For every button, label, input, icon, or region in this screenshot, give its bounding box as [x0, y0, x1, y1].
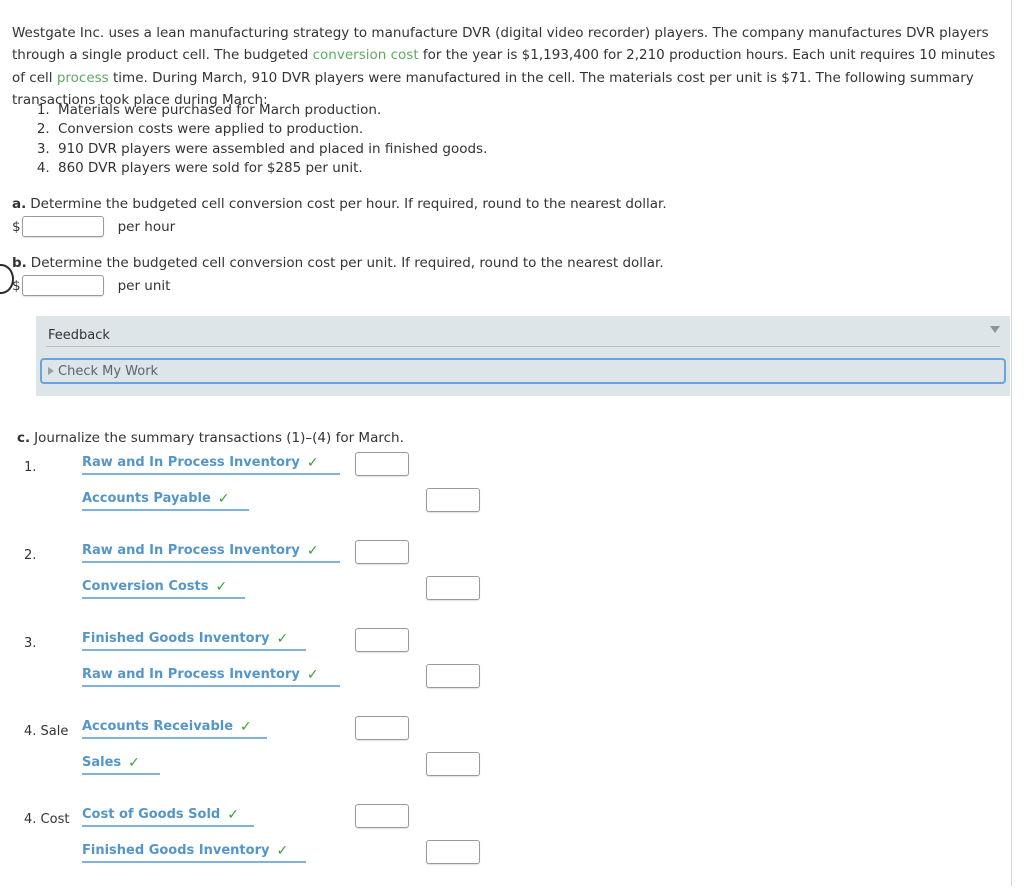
credit-amount-input[interactable] [426, 576, 480, 600]
account-select-credit[interactable]: Finished Goods Inventory ✓ [82, 843, 306, 863]
journal-entry-group: 3. Finished Goods Inventory ✓ Raw and In Pr… [0, 628, 1011, 716]
table-row: 4. Sale Accounts Receivable ✓ [0, 716, 1011, 752]
part-b-letter: b. [12, 255, 27, 271]
account-select-debit[interactable]: Accounts Receivable ✓ [82, 719, 267, 739]
part-a-unit-label: per hour [117, 218, 176, 235]
account-select-debit[interactable]: Finished Goods Inventory ✓ [82, 631, 306, 651]
check-mark-icon: ✓ [276, 630, 289, 647]
check-mark-icon: ✓ [217, 490, 230, 507]
part-b-prompt: b. Determine the budgeted cell conversion… [12, 255, 664, 271]
table-row: Finished Goods Inventory ✓ [0, 840, 1011, 876]
summary-transactions-list: Materials were purchased for March produ… [12, 101, 487, 178]
credit-amount-input[interactable] [426, 488, 480, 512]
table-row: 1. Raw and In Process Inventory ✓ [0, 452, 1011, 488]
account-select-credit[interactable]: Conversion Costs ✓ [82, 579, 245, 599]
entry-number-label: 2. [24, 548, 37, 563]
list-item: Materials were purchased for March produ… [54, 101, 487, 120]
feedback-header[interactable]: Feedback [36, 316, 1010, 346]
list-item: Conversion costs were applied to product… [54, 120, 487, 139]
account-select-credit[interactable]: Raw and In Process Inventory ✓ [82, 667, 340, 687]
journal-entry-table: 1. Raw and In Process Inventory ✓ Accounts … [0, 452, 1011, 892]
journal-entry-group: 4. Cost Cost of Goods Sold ✓ Finished Goods… [0, 804, 1011, 892]
glossary-link[interactable]: process [57, 70, 109, 86]
account-name-label: Accounts Payable [82, 491, 211, 506]
check-mark-icon: ✓ [306, 454, 319, 471]
account-select-credit[interactable]: Sales ✓ [82, 755, 160, 775]
part-b-answer-row: $ per unit [12, 275, 170, 296]
journal-entry-group: 2. Raw and In Process Inventory ✓ Conversio… [0, 540, 1011, 628]
table-row: Raw and In Process Inventory ✓ [0, 664, 1011, 700]
entry-number-label: 3. [24, 636, 37, 651]
part-a-letter: a. [12, 196, 27, 212]
assignment-content: Westgate Inc. uses a lean manufacturing … [0, 0, 1011, 886]
part-c-question-text: Journalize the summary transactions (1)–… [34, 430, 404, 446]
debit-amount-input[interactable] [355, 716, 409, 740]
feedback-panel: Feedback Check My Work [36, 316, 1010, 396]
account-name-label: Raw and In Process Inventory [82, 667, 300, 682]
account-name-label: Sales [82, 755, 122, 770]
account-name-label: Cost of Goods Sold [82, 807, 221, 822]
entry-number-label: 4. Sale [24, 724, 69, 739]
account-name-label: Accounts Receivable [82, 719, 234, 734]
account-name-label: Raw and In Process Inventory [82, 455, 300, 470]
triangle-right-icon [48, 367, 54, 375]
check-mark-icon: ✓ [227, 806, 239, 823]
table-row: Accounts Payable ✓ [0, 488, 1011, 524]
part-c-prompt: c. Journalize the summary transactions (1… [17, 430, 404, 446]
table-row: 3. Finished Goods Inventory ✓ [0, 628, 1011, 664]
part-b-input[interactable] [21, 275, 104, 296]
credit-amount-input[interactable] [426, 840, 480, 864]
credit-amount-input[interactable] [426, 752, 480, 776]
check-my-work-label: Check My Work [58, 363, 159, 379]
table-row: Sales ✓ [0, 752, 1011, 788]
account-name-label: Finished Goods Inventory [82, 631, 270, 646]
problem-intro-paragraph: Westgate Inc. uses a lean manufacturing … [12, 22, 997, 112]
table-row: 2. Raw and In Process Inventory ✓ [0, 540, 1011, 576]
entry-number-label: 1. [24, 460, 37, 475]
debit-amount-input[interactable] [355, 804, 409, 828]
account-name-label: Conversion Costs [82, 579, 209, 594]
check-mark-icon: ✓ [240, 718, 252, 735]
part-a-currency-symbol: $ [12, 218, 21, 235]
page-right-edge [1011, 0, 1012, 886]
check-mark-icon: ✓ [128, 754, 140, 771]
account-name-label: Finished Goods Inventory [82, 843, 270, 858]
entry-number-label: 4. Cost [24, 812, 70, 827]
part-a-question-text: Determine the budgeted cell conversion c… [30, 196, 667, 212]
check-my-work-button[interactable]: Check My Work [40, 358, 1006, 384]
table-row: Conversion Costs ✓ [0, 576, 1011, 612]
check-mark-icon: ✓ [276, 842, 289, 859]
part-a-prompt: a. Determine the budgeted cell conversion… [12, 196, 667, 212]
part-a-answer-row: $ per hour [12, 216, 175, 237]
feedback-title: Feedback [48, 328, 110, 343]
list-item: 860 DVR players were sold for $285 per u… [54, 159, 487, 178]
journal-entry-group: 1. Raw and In Process Inventory ✓ Accounts … [0, 452, 1011, 540]
part-a-input[interactable] [21, 216, 104, 237]
account-select-debit[interactable]: Cost of Goods Sold ✓ [82, 807, 254, 827]
check-mark-icon: ✓ [306, 666, 319, 683]
account-name-label: Raw and In Process Inventory [82, 543, 300, 558]
debit-amount-input[interactable] [355, 452, 409, 476]
debit-amount-input[interactable] [355, 540, 409, 564]
account-select-credit[interactable]: Accounts Payable ✓ [82, 491, 249, 511]
chevron-down-icon[interactable] [990, 326, 1000, 333]
check-mark-icon: ✓ [306, 542, 319, 559]
check-mark-icon: ✓ [215, 578, 228, 595]
credit-amount-input[interactable] [426, 664, 480, 688]
part-b-question-text: Determine the budgeted cell conversion c… [30, 255, 664, 271]
account-select-debit[interactable]: Raw and In Process Inventory ✓ [82, 543, 340, 563]
account-select-debit[interactable]: Raw and In Process Inventory ✓ [82, 455, 340, 475]
list-item: 910 DVR players were assembled and place… [54, 140, 487, 159]
journal-entry-group: 4. Sale Accounts Receivable ✓ Sales ✓ [0, 716, 1011, 804]
part-c-letter: c. [17, 430, 31, 446]
part-b-unit-label: per unit [117, 277, 171, 294]
table-row: 4. Cost Cost of Goods Sold ✓ [0, 804, 1011, 840]
feedback-divider [46, 346, 1000, 347]
debit-amount-input[interactable] [355, 628, 409, 652]
glossary-link[interactable]: conversion cost [313, 47, 419, 63]
